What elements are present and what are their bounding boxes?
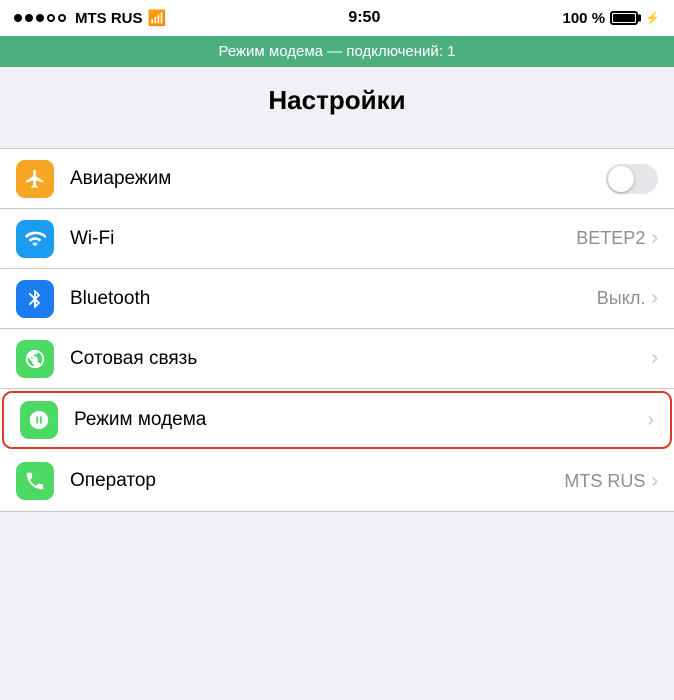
battery-percent-label: 100 %	[563, 10, 606, 27]
wifi-label: Wi-Fi	[70, 228, 576, 250]
airplane-toggle-knob	[608, 166, 634, 192]
bluetooth-icon	[16, 280, 54, 318]
lightning-icon: ⚡	[645, 11, 660, 25]
settings-row-hotspot[interactable]: Режим модема›	[2, 391, 672, 449]
page-title: Настройки	[0, 85, 674, 116]
settings-row-bluetooth[interactable]: BluetoothВыкл.›	[0, 269, 674, 329]
settings-row-wifi[interactable]: Wi-FiВЕТЕР2 ›	[0, 209, 674, 269]
cellular-icon	[16, 340, 54, 378]
settings-list: АвиарежимWi-FiВЕТЕР2›BluetoothВыкл.›Сото…	[0, 148, 674, 512]
bluetooth-chevron: ›	[651, 287, 658, 310]
operator-value: MTS RUS	[564, 471, 645, 492]
bluetooth-label: Bluetooth	[70, 288, 597, 310]
carrier-label: MTS RUS	[75, 10, 143, 27]
dot-4	[47, 14, 55, 22]
page-title-bar: Настройки	[0, 67, 674, 130]
wifi-status-icon: 📶	[148, 9, 167, 27]
bluetooth-value: Выкл.	[597, 288, 646, 309]
battery-fill	[613, 14, 635, 22]
dot-2	[25, 14, 33, 22]
settings-row-cellular[interactable]: Сотовая связь›	[0, 329, 674, 389]
wifi-chevron: ›	[651, 227, 658, 250]
hotspot-icon	[20, 401, 58, 439]
dot-5	[58, 14, 66, 22]
status-time: 9:50	[348, 9, 380, 27]
dot-3	[36, 14, 44, 22]
hotspot-label: Режим модема	[74, 409, 647, 431]
settings-row-airplane[interactable]: Авиарежим	[0, 149, 674, 209]
operator-icon	[16, 462, 54, 500]
battery-bar	[610, 11, 638, 25]
cellular-chevron: ›	[651, 347, 658, 370]
airplane-toggle[interactable]	[606, 164, 658, 194]
hotspot-banner: Режим модема — подключений: 1	[0, 36, 674, 67]
section-gap	[0, 130, 674, 148]
airplane-label: Авиарежим	[70, 168, 606, 190]
settings-row-operator[interactable]: ОператорMTS RUS ›	[0, 451, 674, 511]
status-left: MTS RUS 📶	[14, 9, 166, 27]
signal-dots	[14, 14, 66, 22]
operator-chevron: ›	[651, 470, 658, 493]
wifi-icon	[16, 220, 54, 258]
airplane-icon	[16, 160, 54, 198]
status-bar: MTS RUS 📶 9:50 100 % ⚡	[0, 0, 674, 36]
dot-1	[14, 14, 22, 22]
operator-label: Оператор	[70, 470, 564, 492]
cellular-label: Сотовая связь	[70, 348, 651, 370]
hotspot-chevron: ›	[647, 409, 654, 432]
wifi-value: ВЕТЕР2	[576, 228, 645, 249]
status-right: 100 % ⚡	[563, 10, 661, 27]
